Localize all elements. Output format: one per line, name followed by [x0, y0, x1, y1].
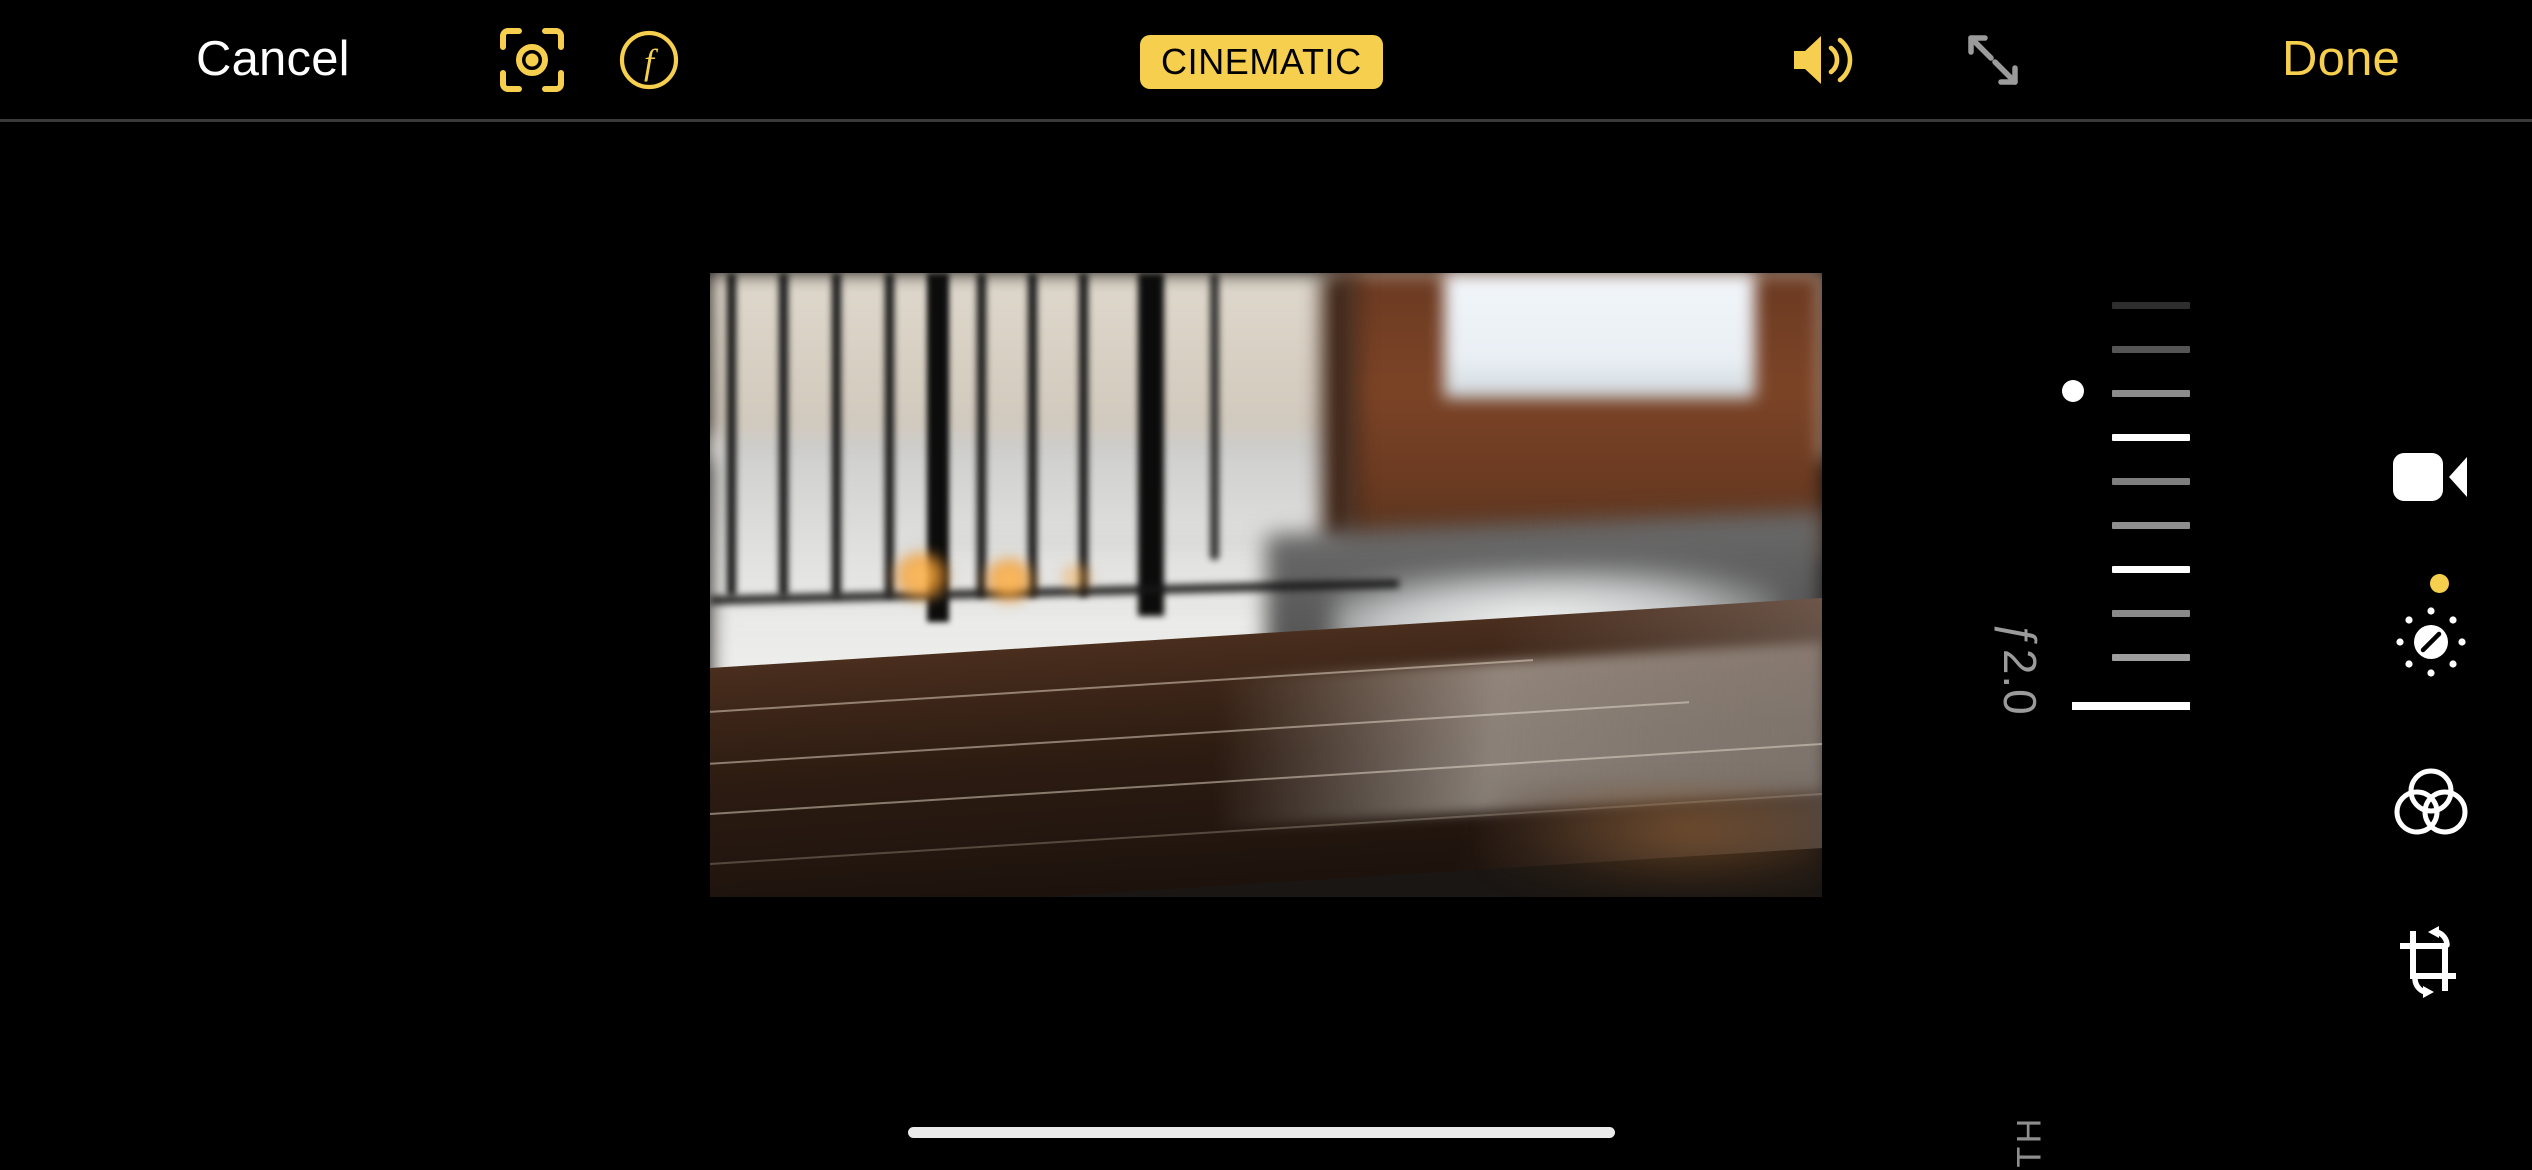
edit-tool-rail: [2330, 244, 2532, 1170]
scene-gate-bar: [1079, 273, 1089, 598]
slider-tick: [2112, 610, 2190, 617]
volume-on-icon[interactable]: [1778, 0, 1874, 119]
slider-tick: [2112, 478, 2190, 485]
scene-bokeh-light: [981, 556, 1038, 603]
video-tool-button[interactable]: [2330, 424, 2532, 534]
video-camera-icon: [2393, 451, 2469, 508]
scene-gate-bar: [1028, 273, 1038, 598]
slider-tick: [2112, 346, 2190, 353]
slider-tick: [2112, 566, 2190, 573]
aperture-f-icon[interactable]: f: [607, 0, 691, 119]
preview-scene-artwork: [710, 273, 1822, 897]
scene-gate-bar: [1210, 273, 1220, 561]
adjust-tool-button[interactable]: [2330, 589, 2532, 699]
done-button[interactable]: Done: [2282, 0, 2400, 119]
home-indicator-bar[interactable]: [908, 1127, 1615, 1138]
scene-bokeh-light: [890, 550, 953, 601]
media-stage: ƒ2.0 DEPTH: [0, 122, 2532, 1170]
top-toolbar: Cancel f CINEMATIC Done: [0, 0, 2532, 119]
slider-thumb-indicator[interactable]: [2062, 380, 2084, 402]
slider-tick: [2112, 654, 2190, 661]
scene-warm-glow: [1488, 784, 1822, 897]
scene-tile-seam: [910, 541, 1311, 545]
svg-text:f: f: [644, 42, 659, 82]
scene-door-frame: [1321, 273, 1358, 548]
scene-gate-post: [1138, 273, 1165, 617]
video-preview[interactable]: [710, 273, 1822, 897]
scene-gate-bar: [778, 273, 788, 598]
scene-gate-bar: [726, 273, 736, 598]
scene-gate-bar: [976, 273, 986, 598]
cinematic-editor-screen: Cancel f CINEMATIC Done ƒ2.0: [0, 0, 2532, 1170]
crop-rotate-tool-button[interactable]: [2330, 909, 2532, 1019]
crop-rotate-icon: [2395, 925, 2467, 1003]
slider-current-value-bar[interactable]: [2072, 702, 2190, 710]
cinematic-mode-badge[interactable]: CINEMATIC: [1140, 35, 1383, 89]
scene-gate-bar: [884, 273, 894, 598]
filters-tool-button[interactable]: [2330, 749, 2532, 859]
slider-tick: [2112, 522, 2190, 529]
aperture-value-label: ƒ2.0: [1994, 622, 2046, 716]
depth-slider[interactable]: [2062, 272, 2230, 1170]
filters-circles-icon: [2394, 767, 2468, 842]
adjust-dial-icon: [2393, 604, 2469, 685]
slider-tick: [2112, 390, 2190, 397]
scene-door-window: [1443, 273, 1756, 398]
slider-tick: [2112, 434, 2190, 441]
cancel-button[interactable]: Cancel: [196, 0, 350, 119]
auto-focus-tracking-icon[interactable]: [487, 0, 577, 119]
expand-diagonal-arrows-icon[interactable]: [1948, 0, 2038, 119]
scene-gate-bar: [832, 273, 842, 598]
slider-tick: [2112, 302, 2190, 309]
depth-control-label: DEPTH: [2011, 1082, 2050, 1170]
